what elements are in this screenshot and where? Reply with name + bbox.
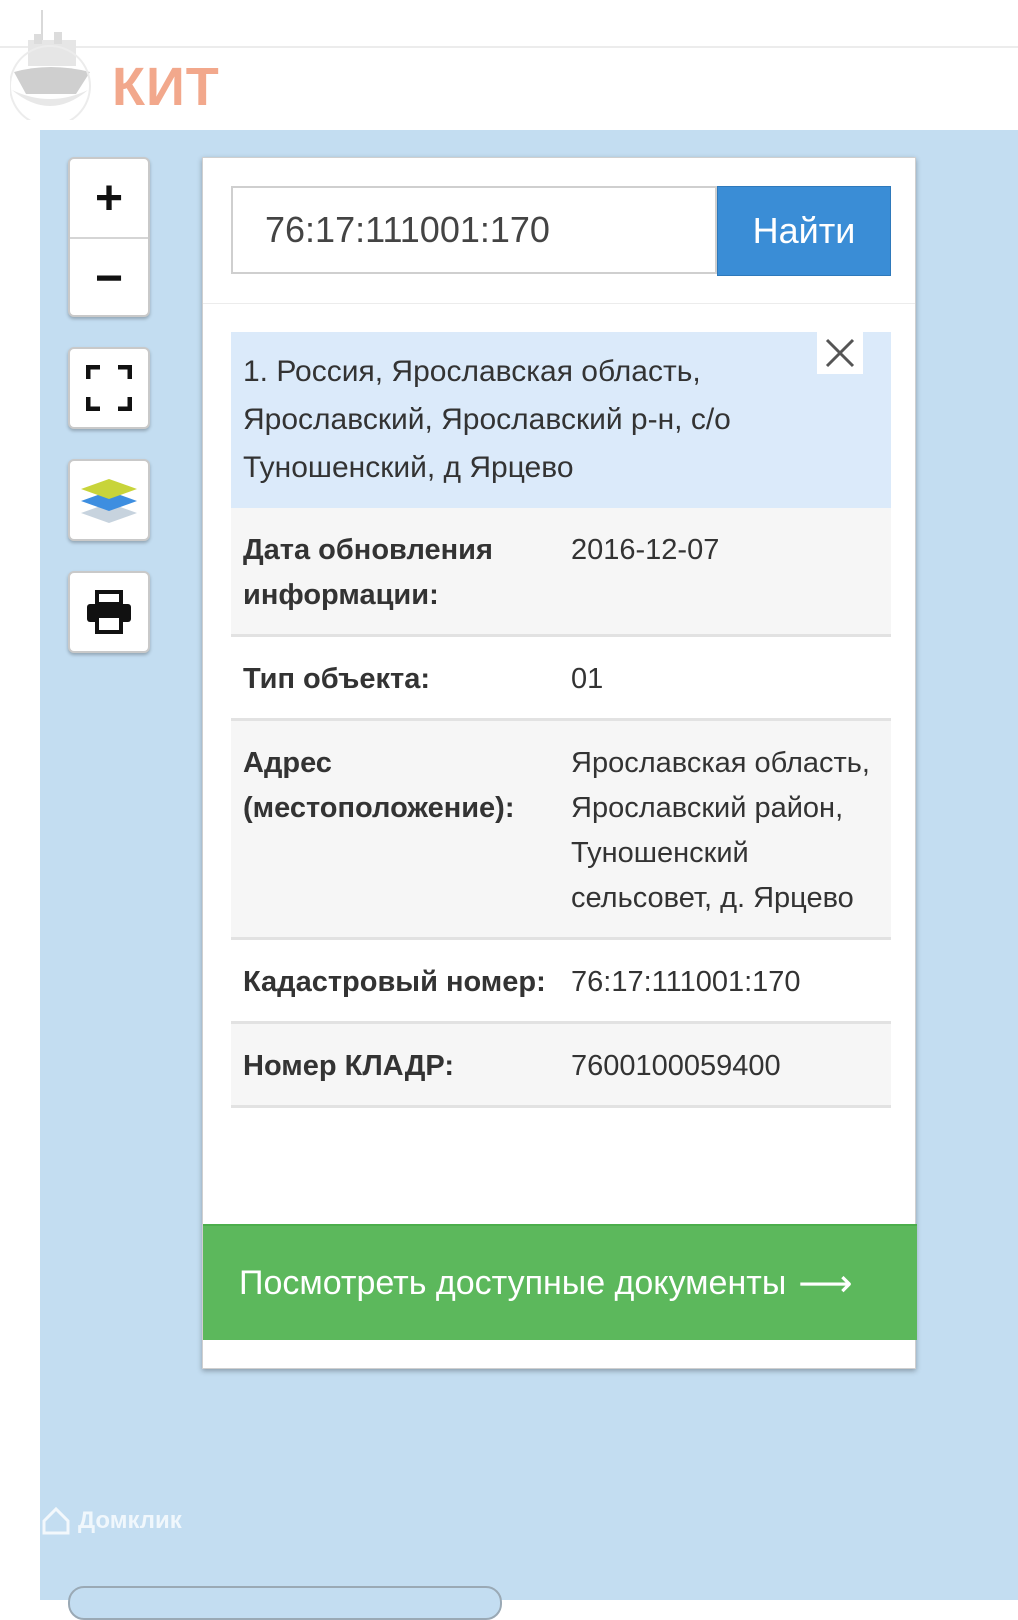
logo[interactable]: КИТ bbox=[10, 10, 230, 120]
result-header: 1. Россия, Ярославская область, Ярославс… bbox=[231, 332, 891, 508]
home-icon bbox=[42, 1506, 70, 1535]
info-row-address: Адрес (местоположение): Ярославская обла… bbox=[231, 721, 891, 940]
zoom-out-button[interactable]: − bbox=[70, 237, 148, 317]
fullscreen-button[interactable] bbox=[68, 347, 150, 429]
info-label: Адрес (местоположение): bbox=[243, 747, 515, 824]
info-value: 7600100059400 bbox=[571, 1050, 781, 1082]
info-label: Дата обновления информации: bbox=[243, 534, 493, 611]
info-row-object-type: Тип объекта: 01 bbox=[231, 637, 891, 721]
cadastral-search-input[interactable]: 76:17:111001:170 bbox=[231, 186, 717, 274]
info-label: Тип объекта: bbox=[243, 663, 431, 695]
bottom-control-edge bbox=[68, 1586, 502, 1620]
watermark-text: Домклик bbox=[78, 1507, 182, 1534]
layers-icon bbox=[81, 479, 137, 523]
close-result-button[interactable] bbox=[817, 332, 863, 374]
fullscreen-icon bbox=[86, 365, 132, 411]
panel-divider bbox=[203, 303, 915, 304]
watermark: Домклик bbox=[40, 1505, 182, 1537]
print-button[interactable] bbox=[68, 571, 150, 653]
info-row-kladr: Номер КЛАДР: 7600100059400 bbox=[231, 1024, 891, 1108]
info-row-cadastral-number: Кадастровый номер: 76:17:111001:170 bbox=[231, 940, 891, 1024]
zoom-control: + − bbox=[68, 157, 150, 317]
view-documents-button[interactable]: Посмотреть доступные документы ⟶ bbox=[203, 1224, 917, 1340]
info-value: 2016-12-07 bbox=[571, 534, 720, 566]
info-value: Ярославская область, Ярославский район, … bbox=[571, 747, 870, 914]
print-icon bbox=[87, 590, 131, 634]
logo-text: КИТ bbox=[112, 57, 220, 117]
view-documents-label: Посмотреть доступные документы bbox=[239, 1263, 787, 1302]
logo-ship-icon bbox=[10, 10, 91, 120]
info-row-update-date: Дата обновления информации: 2016-12-07 bbox=[231, 508, 891, 637]
result-title: 1. Россия, Ярославская область, Ярославс… bbox=[243, 355, 731, 484]
layers-button[interactable] bbox=[68, 459, 150, 541]
result-scroll-area[interactable]: 1. Россия, Ярославская область, Ярославс… bbox=[231, 332, 891, 1208]
info-label: Кадастровый номер: bbox=[243, 966, 546, 998]
info-value: 76:17:111001:170 bbox=[571, 966, 801, 998]
arrow-right-icon: ⟶ bbox=[798, 1262, 853, 1305]
info-panel: 76:17:111001:170 Найти 1. Россия, Яросла… bbox=[202, 157, 917, 1369]
search-button[interactable]: Найти bbox=[717, 186, 891, 276]
close-icon bbox=[825, 338, 855, 368]
zoom-in-button[interactable]: + bbox=[70, 159, 148, 237]
info-label: Номер КЛАДР: bbox=[243, 1050, 454, 1082]
info-value: 01 bbox=[571, 663, 604, 695]
